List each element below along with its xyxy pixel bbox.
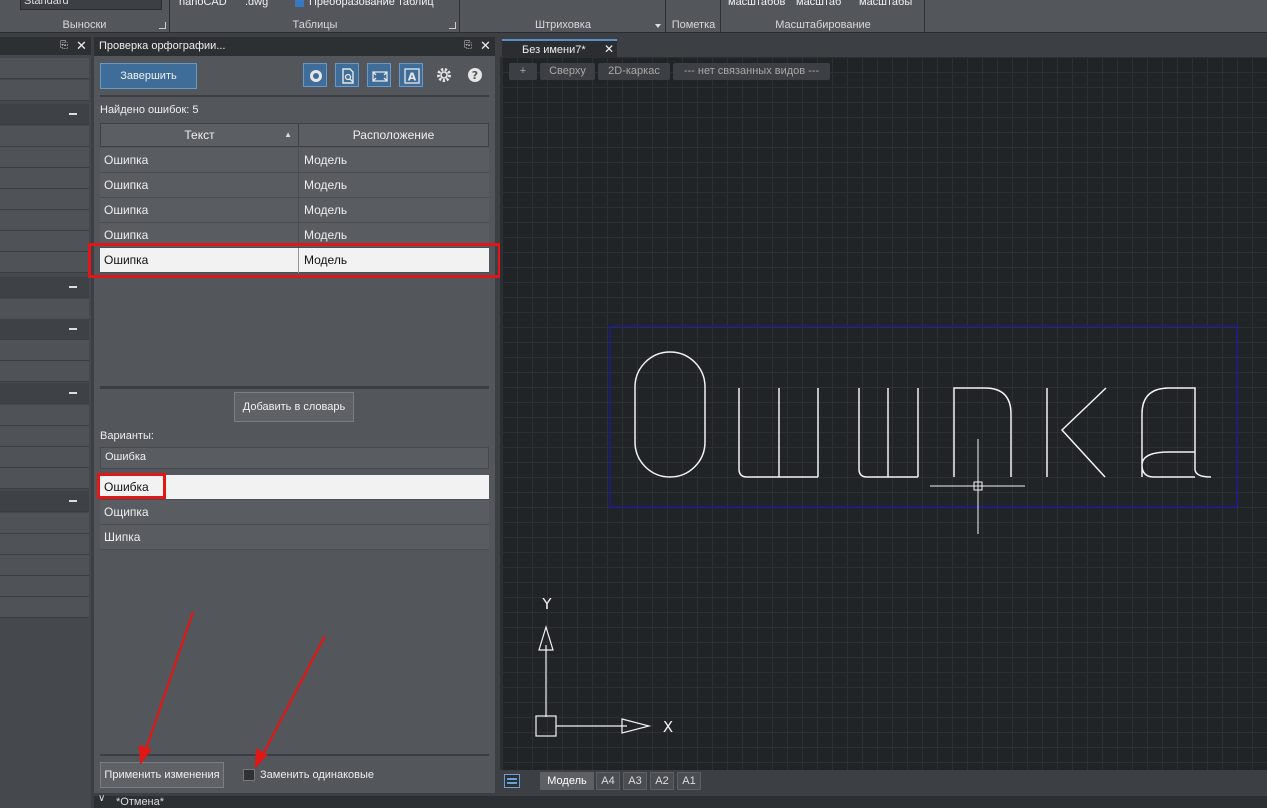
drawing-area: Без имени7* ✕ + Сверху 2D-каркас --- нет… [500,37,1267,793]
tab-a1[interactable]: A1 [677,772,701,790]
layout-tabs: Модель A4 A3 A2 A1 [500,770,1267,793]
drawing-content: Y X [535,325,1238,737]
tab-a4[interactable]: A4 [596,772,620,790]
drawing-text-ошипка[interactable] [634,351,1212,478]
arrow-icon [254,635,326,770]
ucs-icon [535,624,652,737]
close-icon[interactable]: ✕ [604,42,614,56]
axis-y-label: Y [541,595,552,613]
tab-model[interactable]: Модель [540,772,594,790]
document-tab[interactable]: Без имени7* ✕ [502,39,617,57]
tab-a3[interactable]: A3 [623,772,647,790]
document-tabbar: Без имени7* ✕ [500,37,1267,57]
selection-frame [609,325,1238,508]
model-canvas[interactable]: + Сверху 2D-каркас --- нет связанных вид… [502,57,1267,770]
tab-a2[interactable]: A2 [650,772,674,790]
layouts-menu-icon[interactable] [504,774,520,788]
command-line: ∨ *Отмена* [94,793,1267,808]
arrow-icon [138,611,195,766]
chevron-down-icon[interactable]: ∨ [98,793,105,804]
document-tab-title: Без имени7* [522,44,586,56]
axis-x-label: X [663,718,673,736]
command-line-text: *Отмена* [116,796,165,808]
